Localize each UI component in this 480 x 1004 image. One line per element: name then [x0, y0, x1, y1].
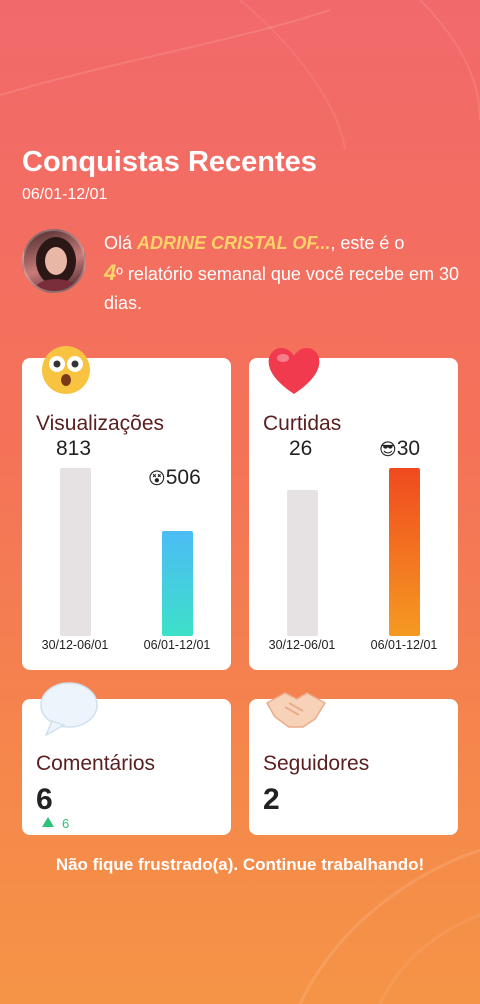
views-previous-label: 30/12-06/01	[41, 638, 109, 652]
likes-title: Curtidas	[263, 412, 342, 435]
report-number: 4	[104, 260, 117, 285]
comments-value: 6	[36, 783, 53, 816]
greeting-middle: , este é o	[330, 233, 405, 253]
heart-icon	[268, 347, 320, 394]
avatar-image	[34, 237, 78, 291]
followers-value: 2	[263, 783, 280, 816]
greeting-suffix: relatório semanal que você recebe em 30 …	[104, 264, 460, 313]
likes-card[interactable]: Curtidas 26 😎30 30/12-06/01 06/01-12/01	[249, 347, 458, 670]
likes-previous-value: 26	[289, 437, 313, 460]
comments-card[interactable]: Comentários 6 6	[22, 682, 231, 835]
username: ADRINE CRISTAL OF...	[137, 233, 331, 253]
views-card[interactable]: Visualizações 813 😵506 30/12-06/01 06/01…	[22, 346, 231, 670]
likes-current-number: 30	[396, 437, 421, 460]
date-range: 06/01-12/01	[22, 186, 108, 203]
likes-previous-bar	[287, 490, 318, 636]
views-current-bar	[162, 531, 193, 636]
page-title: Conquistas Recentes	[22, 146, 317, 178]
likes-current-value: 😎30	[379, 437, 420, 461]
report-ordinal: º	[116, 264, 123, 284]
likes-current-bar	[389, 468, 420, 636]
likes-current-label: 06/01-12/01	[370, 638, 438, 652]
views-previous-bar	[60, 468, 91, 636]
followers-card[interactable]: Seguidores 2	[249, 692, 458, 835]
likes-previous-label: 30/12-06/01	[268, 638, 336, 652]
handshake-icon	[265, 692, 327, 728]
greeting-prefix: Olá	[104, 233, 138, 253]
greeting-text: Olá ADRINE CRISTAL OF..., este é o 4º re…	[104, 229, 460, 318]
views-current-value: 😵506	[148, 466, 201, 490]
avatar[interactable]	[22, 229, 86, 293]
views-previous-value: 813	[56, 437, 92, 460]
views-current-label: 06/01-12/01	[143, 638, 211, 652]
comments-delta: 6	[62, 816, 70, 831]
cool-face-icon: 😎	[379, 440, 397, 459]
surprised-face-icon	[42, 346, 90, 394]
dizzy-face-icon: 😵	[148, 469, 166, 488]
views-title: Visualizações	[36, 412, 165, 435]
speech-bubble-icon	[40, 682, 98, 737]
up-arrow-icon	[42, 817, 54, 827]
followers-title: Seguidores	[263, 752, 370, 775]
encouragement-message: Não fique frustrado(a). Continue trabalh…	[55, 855, 425, 874]
comments-title: Comentários	[36, 752, 156, 775]
views-current-number: 506	[165, 466, 201, 489]
